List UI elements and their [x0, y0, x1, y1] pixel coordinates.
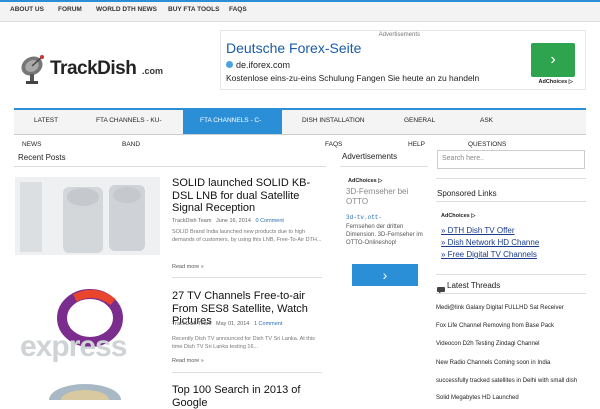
- divider: [436, 178, 586, 179]
- sponsored-link-1[interactable]: » DTH Dish TV Offer: [441, 226, 515, 235]
- post-title-3[interactable]: Top 100 Search in 2013 of Google: [172, 384, 330, 409]
- sidebar-ad-url[interactable]: 3d-tv.ott-: [346, 214, 382, 221]
- logo-suffix: .com: [142, 66, 164, 76]
- sidebar-ad-go-button[interactable]: ›: [352, 264, 418, 286]
- post-author[interactable]: TrackDish Team: [172, 321, 211, 327]
- topnav-about-us[interactable]: ABOUT US: [10, 6, 44, 13]
- thumbnail-caption: express: [20, 330, 127, 363]
- sponsored-link-2[interactable]: » Dish Network HD Channe: [441, 238, 539, 247]
- nav-dish-installation[interactable]: DISH INSTALLATION: [302, 117, 365, 124]
- post-comments[interactable]: 1 Comment: [254, 321, 282, 327]
- sidebar-ad-desc: Fernsehen der dritten Dimension. 3D-Fern…: [346, 224, 423, 246]
- nav-sub-questions[interactable]: QUESTIONS: [468, 141, 506, 148]
- post-date: June 16, 2014: [216, 218, 251, 224]
- nav-fta-c[interactable]: FTA CHANNELS - C-: [200, 117, 261, 124]
- divider: [340, 166, 428, 167]
- divider: [436, 293, 586, 294]
- thread-item-5[interactable]: successfully tracked satellites in Delhi…: [436, 378, 577, 384]
- divider: [14, 166, 326, 167]
- nav-sub-faqs[interactable]: FAQS: [325, 141, 342, 148]
- logo[interactable]: TrackDish: [50, 58, 137, 80]
- nav-ask[interactable]: ASK: [480, 117, 493, 124]
- divider: [172, 372, 322, 373]
- search-placeholder: Search here..: [442, 155, 485, 162]
- adchoices-label[interactable]: AdChoices ▷: [539, 79, 574, 85]
- topnav-world-dth-news[interactable]: WORLD DTH NEWS: [96, 6, 157, 13]
- thread-item-4[interactable]: New Radio Channels Coming soon in India: [436, 360, 550, 366]
- post-author[interactable]: TrackDish Team: [172, 218, 211, 224]
- thread-item-6[interactable]: Solid Megabytes HD Launched: [436, 395, 519, 401]
- latest-threads-title: Latest Threads: [447, 281, 501, 290]
- ad-description: Kostenlose eins-zu-eins Schulung Fangen …: [226, 73, 480, 83]
- divider: [436, 201, 586, 202]
- recent-posts-title: Recent Posts: [18, 153, 66, 162]
- divider: [172, 277, 322, 278]
- post-comments[interactable]: 0 Comment: [256, 218, 284, 224]
- thread-item-1[interactable]: Medi@link Galaxy Digital FULLHD Sat Rece…: [436, 305, 564, 311]
- ad-label: Advertisements: [378, 32, 420, 38]
- nav-sub-help[interactable]: HELP: [408, 141, 425, 148]
- read-more-link[interactable]: Read more »: [172, 358, 204, 364]
- sponsored-links-title: Sponsored Links: [437, 189, 497, 198]
- nav-latest[interactable]: LATEST: [34, 117, 58, 124]
- chat-icon: [437, 281, 445, 294]
- topnav-forum[interactable]: FORUM: [58, 6, 82, 13]
- main-nav: LATEST FTA CHANNELS - KU- FTA CHANNELS -…: [14, 108, 586, 135]
- globe-icon: [226, 61, 233, 68]
- sidebar-ad-title: Advertisements: [342, 152, 398, 161]
- nav-fta-ku[interactable]: FTA CHANNELS - KU-: [96, 117, 162, 124]
- top-ad-banner[interactable]: Advertisements Deutsche Forex-Seite de.i…: [220, 30, 586, 90]
- nav-sub-news[interactable]: NEWS: [22, 141, 42, 148]
- topnav-buy-fta-tools[interactable]: BUY FTA TOOLS: [168, 6, 219, 13]
- search-input[interactable]: Search here..: [437, 150, 585, 169]
- adchoices-label[interactable]: AdChoices ▷: [348, 178, 383, 184]
- top-nav: ABOUT US FORUM WORLD DTH NEWS BUY FTA TO…: [0, 2, 600, 22]
- post-excerpt-2: Recently Dish TV announced for Dish TV S…: [172, 336, 315, 350]
- post-meta-1: TrackDish Team June 16, 2014 0 Comment: [172, 218, 284, 224]
- satellite-dish-icon: [21, 55, 44, 84]
- thread-item-2[interactable]: Fox Life Channel Removing from Base Pack: [436, 323, 554, 329]
- post-meta-2: TrackDish Team May 01, 2014 1 Comment: [172, 321, 282, 327]
- nav-sub-band[interactable]: BAND: [122, 141, 140, 148]
- post-date: May 01, 2014: [216, 321, 250, 327]
- read-more-link[interactable]: Read more »: [172, 264, 204, 270]
- logo-name: TrackDish: [50, 58, 137, 79]
- topnav-faqs[interactable]: FAQS: [229, 6, 247, 13]
- sidebar-ad-headline[interactable]: 3D-Fernseher bei OTTO: [346, 187, 426, 207]
- sponsored-link-3[interactable]: » Free Digital TV Channels: [441, 250, 537, 259]
- adchoices-label[interactable]: AdChoices ▷: [441, 213, 476, 219]
- nav-general[interactable]: GENERAL: [404, 117, 435, 124]
- ad-go-button[interactable]: ›: [531, 43, 575, 77]
- ad-url[interactable]: de.iforex.com: [236, 60, 290, 70]
- ad-headline[interactable]: Deutsche Forex-Seite: [226, 40, 361, 56]
- post-thumbnail-lnb[interactable]: [15, 177, 160, 255]
- post-excerpt-1: SOLID Brand India launched new products …: [172, 229, 322, 243]
- post-thumbnail-google[interactable]: [15, 380, 160, 400]
- post-title-1[interactable]: SOLID launched SOLID KB-DSL LNB for dual…: [172, 177, 330, 215]
- divider: [436, 274, 586, 275]
- thread-item-3[interactable]: Videocon D2h Testing Zindagi Channel: [436, 341, 540, 347]
